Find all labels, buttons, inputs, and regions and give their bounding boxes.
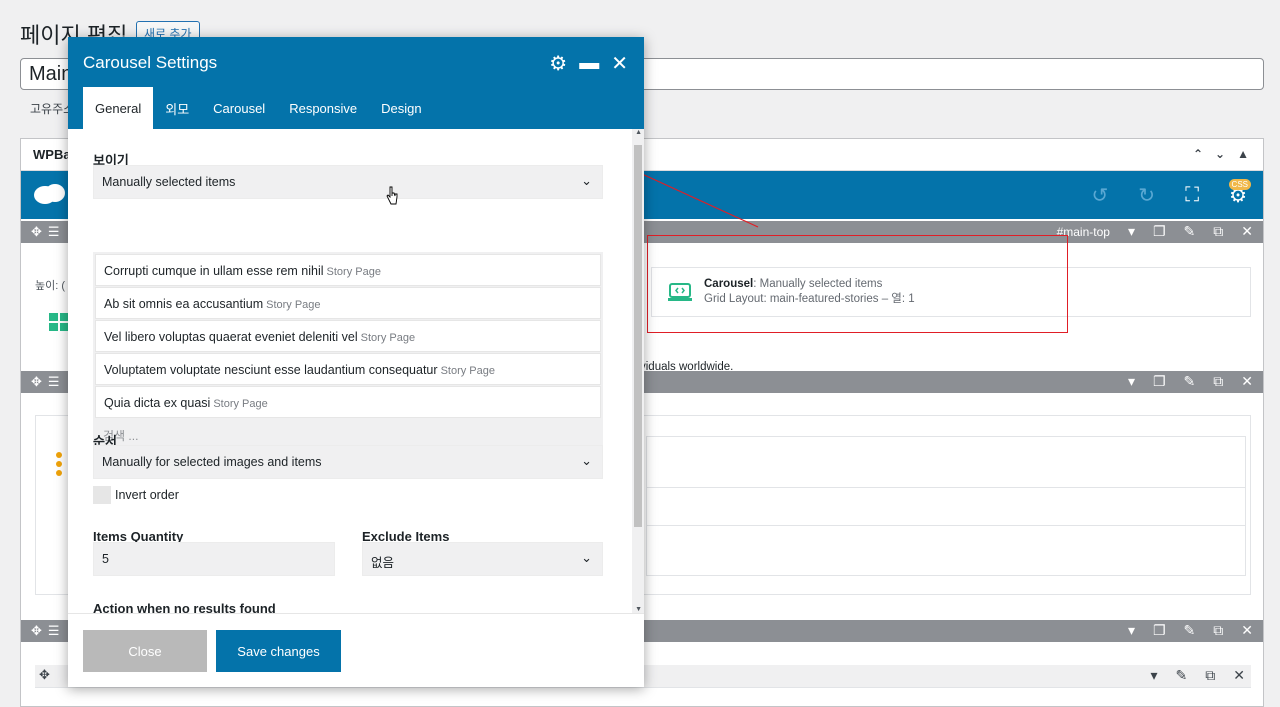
minimize-icon[interactable]: ▬: [579, 52, 599, 75]
row-delete-icon[interactable]: ✕: [1241, 622, 1253, 639]
modal-header: Carousel Settings ⚙ ▬ ✕ General 외모 Carou…: [68, 37, 644, 129]
selected-items-list: Corrupti cumque in ullam esse rem nihil S…: [93, 252, 603, 452]
order-select[interactable]: Manually for selected images and items ⌄: [93, 445, 603, 479]
modal-tabs: General 외모 Carousel Responsive Design: [83, 87, 434, 129]
scroll-down-icon[interactable]: ▼: [635, 606, 642, 613]
tab-design[interactable]: Design: [369, 87, 433, 129]
tab-responsive[interactable]: Responsive: [277, 87, 369, 129]
row-layout-icon[interactable]: ☰: [48, 224, 60, 240]
row-delete-icon[interactable]: ✕: [1241, 223, 1253, 240]
row-clone-icon[interactable]: ⧉: [1213, 373, 1223, 390]
row-move-icon[interactable]: ✥: [31, 623, 42, 639]
list-item[interactable]: Corrupti cumque in ullam esse rem nihil S…: [95, 254, 601, 286]
row-toggle-icon[interactable]: ▾: [1128, 223, 1135, 240]
content-text: viduals worldwide.: [640, 361, 734, 373]
tab-appearance[interactable]: 외모: [153, 87, 201, 129]
items-quantity-input[interactable]: 5: [93, 542, 335, 576]
scrollbar-thumb[interactable]: [634, 145, 642, 527]
close-icon[interactable]: ✕: [611, 51, 628, 76]
row-move-icon[interactable]: ✥: [31, 374, 42, 390]
row-copy-icon[interactable]: ❐: [1153, 223, 1166, 240]
css-badge: CSS: [1228, 179, 1251, 190]
modal-body: 보이기 Manually selected items ⌄ Corrupti c…: [68, 129, 644, 613]
exclude-items-select[interactable]: 없음 ⌄: [362, 542, 603, 576]
undo-icon[interactable]: ↺: [1092, 183, 1109, 208]
inner-row-edit-icon[interactable]: ✎: [1176, 667, 1188, 684]
content-inner: [646, 436, 1246, 576]
list-item[interactable]: Vel libero voluptas quaerat eveniet dele…: [95, 320, 601, 352]
move-up-icon[interactable]: ⌃: [1193, 147, 1203, 161]
inner-row-toggle-icon[interactable]: ▾: [1151, 667, 1158, 684]
annotation-box-carousel: [647, 235, 1068, 333]
no-results-label: Action when no results found: [93, 601, 276, 613]
chevron-down-icon: ⌄: [581, 550, 592, 565]
row-move-icon[interactable]: ✥: [31, 224, 42, 240]
scroll-up-icon[interactable]: ▲: [635, 129, 642, 136]
tab-carousel[interactable]: Carousel: [201, 87, 277, 129]
mouse-cursor-icon: [386, 186, 398, 205]
modal-title: Carousel Settings: [83, 53, 218, 72]
list-item[interactable]: Quia dicta ex quasi Story Page: [95, 386, 601, 418]
grid-layout-icon: [49, 313, 69, 331]
row-clone-icon[interactable]: ⧉: [1213, 223, 1223, 240]
row-toggle-icon[interactable]: ▾: [1128, 622, 1135, 639]
row-delete-icon[interactable]: ✕: [1241, 373, 1253, 390]
row-edit-icon[interactable]: ✎: [1184, 223, 1196, 240]
move-down-icon[interactable]: ⌄: [1215, 147, 1225, 161]
toggle-panel-icon[interactable]: ▲: [1237, 147, 1249, 161]
modal-footer: Close Save changes: [68, 613, 644, 687]
more-options-icon[interactable]: [56, 452, 62, 476]
list-item[interactable]: Ab sit omnis ea accusantium Story Page: [95, 287, 601, 319]
row-edit-icon[interactable]: ✎: [1184, 622, 1196, 639]
modal-scrollbar[interactable]: ▲ ▼: [632, 129, 644, 613]
row-copy-icon[interactable]: ❐: [1153, 622, 1166, 639]
inner-row-columns: [35, 687, 1251, 707]
carousel-settings-modal: Carousel Settings ⚙ ▬ ✕ General 외모 Carou…: [68, 37, 644, 687]
invert-order-label: Invert order: [115, 488, 179, 502]
fullscreen-icon[interactable]: ⛶: [1185, 184, 1199, 207]
inner-row-clone-icon[interactable]: ⧉: [1205, 667, 1215, 684]
inner-row-delete-icon[interactable]: ✕: [1233, 667, 1245, 684]
chevron-down-icon: ⌄: [581, 173, 592, 188]
gear-icon[interactable]: ⚙: [549, 51, 567, 76]
invert-order-checkbox[interactable]: [93, 486, 111, 504]
close-button[interactable]: Close: [83, 630, 207, 672]
redo-icon[interactable]: ↻: [1138, 183, 1155, 208]
height-label: 높이: (: [35, 280, 66, 292]
chevron-down-icon: ⌄: [581, 453, 592, 468]
row-layout-icon[interactable]: ☰: [48, 374, 60, 390]
row-edit-icon[interactable]: ✎: [1184, 373, 1196, 390]
display-select[interactable]: Manually selected items ⌄: [93, 165, 603, 199]
tab-general[interactable]: General: [83, 87, 154, 129]
row-copy-icon[interactable]: ❐: [1153, 373, 1166, 390]
list-item[interactable]: Voluptatem voluptate nesciunt esse lauda…: [95, 353, 601, 385]
inner-row-move-icon[interactable]: ✥: [39, 667, 50, 683]
save-changes-button[interactable]: Save changes: [216, 630, 341, 672]
row-toggle-icon[interactable]: ▾: [1128, 373, 1135, 390]
row-layout-icon[interactable]: ☰: [48, 623, 60, 639]
wpbakery-logo-icon: [34, 184, 65, 204]
row-clone-icon[interactable]: ⧉: [1213, 622, 1223, 639]
